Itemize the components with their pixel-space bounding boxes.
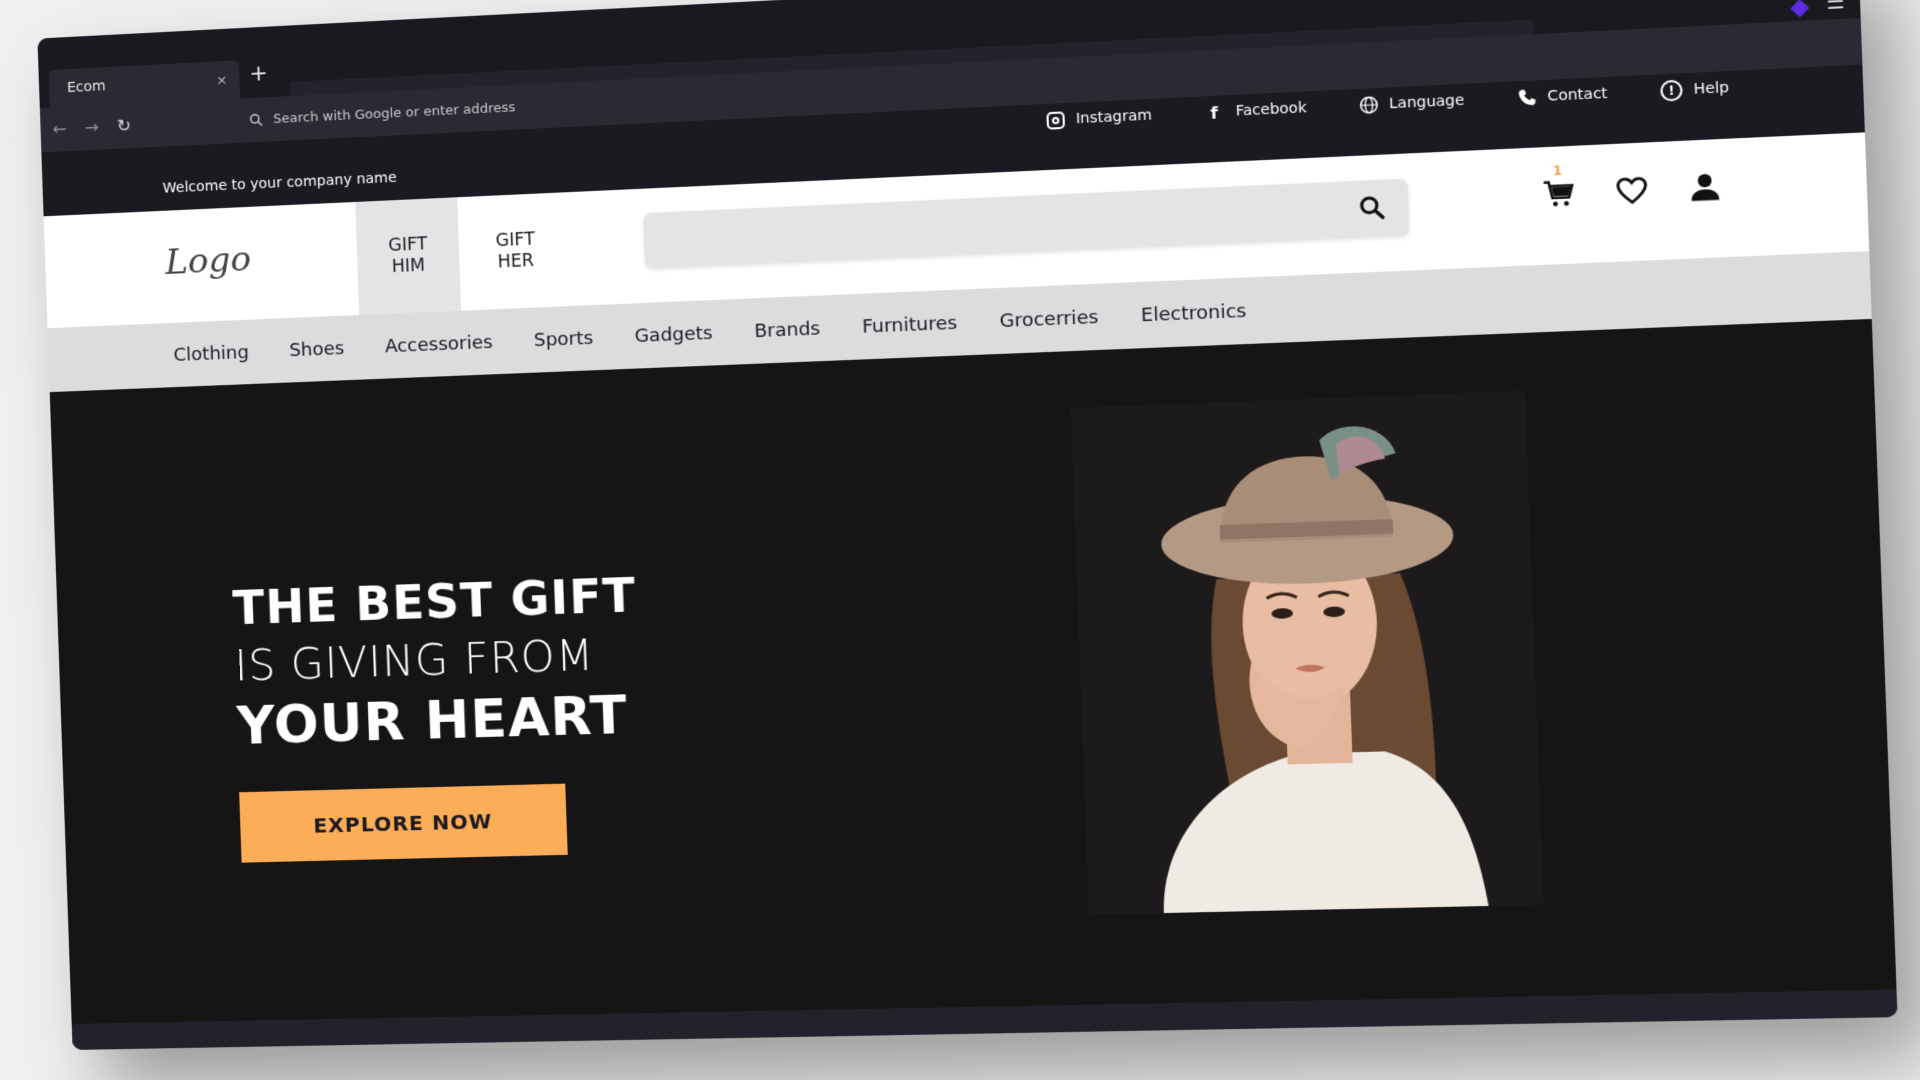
search-icon[interactable]	[1358, 194, 1385, 220]
category-grocerries[interactable]: Grocerries	[999, 306, 1099, 332]
category-sports[interactable]: Sports	[533, 327, 593, 351]
category-gadgets[interactable]: Gadgets	[634, 322, 713, 347]
contact-label: Contact	[1547, 85, 1608, 105]
hero-banner: THE BEST GIFT IS GIVING FROM YOUR HEART …	[49, 318, 1898, 1050]
facebook-label: Facebook	[1235, 99, 1307, 120]
category-accessories[interactable]: Accessories	[385, 331, 494, 357]
search-input[interactable]	[643, 182, 1323, 269]
back-arrow-icon[interactable]: ←	[52, 119, 67, 140]
instagram-link[interactable]: Instagram	[1046, 107, 1153, 130]
hero-bottom-edge	[71, 989, 1898, 1050]
search-box	[643, 178, 1410, 269]
logo[interactable]: Logo	[165, 239, 252, 283]
cart-button[interactable]: 1	[1542, 163, 1576, 210]
tab-title: Ecom	[66, 78, 107, 97]
facebook-icon: f	[1210, 102, 1219, 123]
phone-icon	[1518, 89, 1536, 106]
address-placeholder: Search with Google or enter address	[272, 99, 516, 127]
extension-icon[interactable]	[1790, 0, 1810, 18]
gift-her-tab[interactable]: GIFT HER	[462, 192, 569, 310]
category-electronics[interactable]: Electronics	[1141, 300, 1247, 326]
info-icon: !	[1660, 79, 1684, 102]
hero-headline-line3: YOUR HEART	[235, 685, 629, 758]
hero-headline-line2: IS GIVING FROM	[233, 630, 596, 691]
instagram-icon	[1046, 110, 1066, 130]
hamburger-menu-icon[interactable]: ☰	[1826, 0, 1845, 14]
help-label: Help	[1693, 79, 1730, 99]
category-brands[interactable]: Brands	[754, 318, 821, 342]
welcome-text: Welcome to your company name	[162, 169, 398, 197]
gift-him-tab[interactable]: GIFT HIM	[355, 197, 462, 315]
cart-icon	[1542, 177, 1576, 207]
facebook-link[interactable]: f Facebook	[1203, 98, 1307, 123]
heart-icon	[1615, 174, 1649, 207]
help-link[interactable]: ! Help	[1660, 77, 1730, 102]
screen: Ecom × + — ❐ ✕ ☰ ← → ↻ Search with Googl…	[0, 0, 1920, 1080]
wishlist-button[interactable]	[1615, 174, 1649, 207]
search-icon	[249, 113, 264, 128]
category-furnitures[interactable]: Furnitures	[862, 312, 958, 338]
header-icons: 1	[1542, 163, 1722, 211]
instagram-label: Instagram	[1075, 107, 1153, 128]
woman-with-hat-illustration	[1070, 390, 1544, 915]
forward-arrow-icon[interactable]: →	[84, 118, 99, 139]
cart-count-badge: 1	[1552, 163, 1563, 179]
new-tab-button[interactable]: +	[249, 61, 268, 87]
tab-close-icon[interactable]: ×	[216, 73, 228, 89]
category-clothing[interactable]: Clothing	[173, 341, 249, 365]
globe-icon	[1358, 95, 1378, 115]
reload-icon[interactable]: ↻	[117, 116, 132, 137]
explore-now-button[interactable]: EXPLORE NOW	[239, 783, 568, 863]
browser-window: Ecom × + — ❐ ✕ ☰ ← → ↻ Search with Googl…	[37, 0, 1898, 1050]
category-shoes[interactable]: Shoes	[289, 337, 345, 360]
hero-headline-line1: THE BEST GIFT	[231, 567, 638, 636]
user-icon	[1691, 173, 1720, 202]
language-link[interactable]: Language	[1358, 91, 1465, 115]
account-button[interactable]	[1688, 171, 1722, 204]
language-label: Language	[1388, 92, 1465, 113]
contact-link[interactable]: Contact	[1516, 84, 1608, 107]
hero-model-image	[1070, 390, 1544, 915]
